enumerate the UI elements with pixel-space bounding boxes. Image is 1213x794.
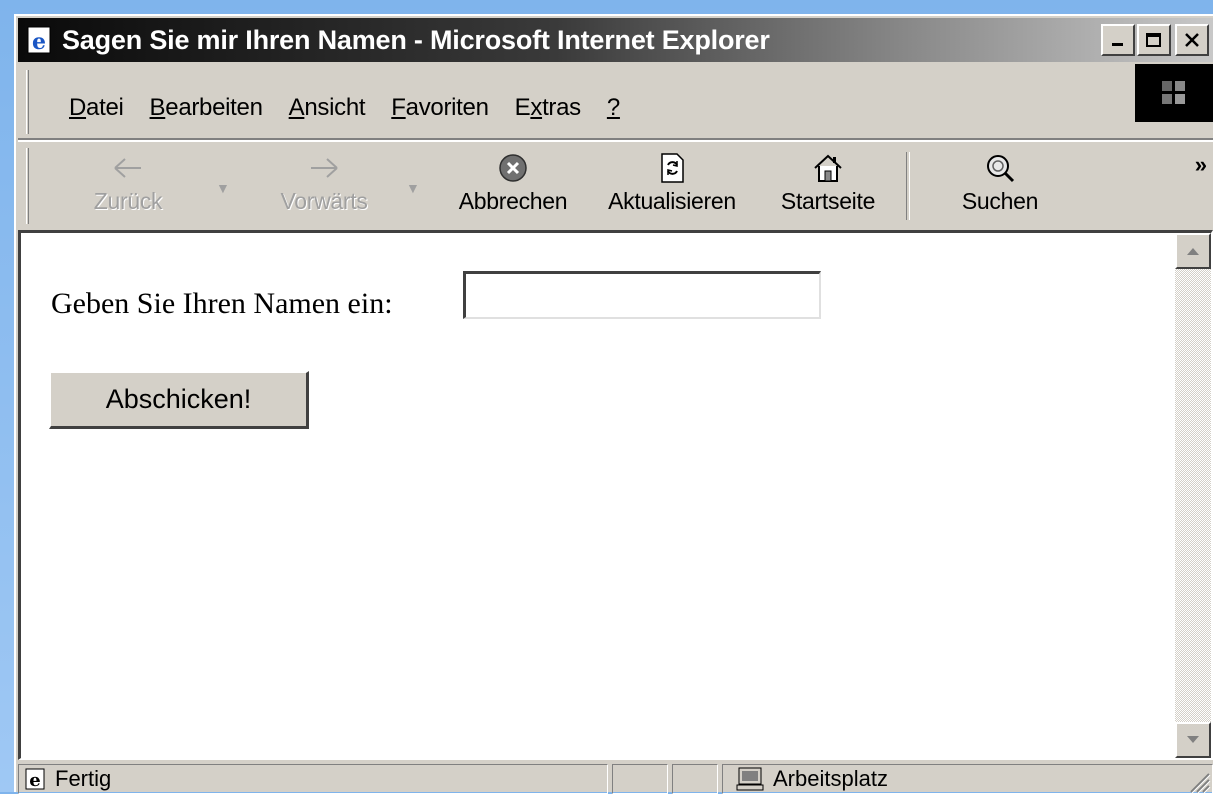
- maximize-button[interactable]: [1137, 24, 1171, 56]
- minimize-button[interactable]: [1101, 24, 1135, 56]
- forward-dropdown-arrow[interactable]: ▼: [406, 180, 420, 196]
- zone-text: Arbeitsplatz: [773, 766, 888, 791]
- stop-button[interactable]: Abbrechen: [438, 148, 588, 226]
- ie-page-icon: e: [25, 768, 45, 791]
- menu-ansicht[interactable]: Ansicht: [276, 94, 379, 122]
- windows-logo-throbber: [1135, 64, 1213, 122]
- zone-pane: Arbeitsplatz: [722, 764, 1213, 794]
- forward-button[interactable]: Vorwärts: [254, 148, 394, 226]
- menu-extras[interactable]: Extras: [502, 94, 594, 122]
- windows-flag-icon: [1162, 81, 1185, 104]
- status-text-pane: e Fertig: [18, 764, 608, 794]
- vertical-scrollbar[interactable]: [1175, 233, 1211, 758]
- submit-button[interactable]: Abschicken!: [49, 371, 309, 429]
- name-input[interactable]: [463, 271, 821, 319]
- scroll-up-button[interactable]: [1175, 233, 1211, 269]
- page-content: Geben Sie Ihren Namen ein: Abschicken!: [18, 230, 1213, 760]
- standard-toolbar: Zurück ▼ Vorwärts ▼ Abbrechen Aktualisie…: [18, 140, 1213, 234]
- close-icon: [1185, 33, 1199, 47]
- window-title: Sagen Sie mir Ihren Namen - Microsoft In…: [62, 25, 770, 55]
- status-pane-empty-2: [672, 764, 718, 794]
- my-computer-icon: [736, 767, 764, 791]
- menu-bearbeiten[interactable]: Bearbeiten: [137, 94, 276, 122]
- menu-favoriten[interactable]: Favoriten: [378, 94, 501, 122]
- search-icon: [987, 155, 1015, 183]
- toolbar-overflow-chevron[interactable]: »: [1195, 152, 1207, 178]
- ie-page-icon: e: [27, 26, 51, 55]
- refresh-icon: [661, 153, 684, 183]
- scroll-down-button[interactable]: [1175, 722, 1211, 758]
- menu-bar: Datei Bearbeiten Ansicht Favoriten Extra…: [18, 64, 1213, 140]
- menu-grip[interactable]: [26, 70, 29, 134]
- status-bar: e Fertig Arbeitsplatz: [18, 762, 1213, 794]
- scroll-down-arrow-icon: [1187, 736, 1199, 743]
- browser-window: e Sagen Sie mir Ihren Namen - Microsoft …: [14, 14, 1213, 794]
- name-prompt-label: Geben Sie Ihren Namen ein:: [51, 287, 393, 320]
- back-dropdown-arrow[interactable]: ▼: [216, 180, 230, 196]
- resize-grip-icon[interactable]: [1185, 768, 1211, 794]
- home-button[interactable]: Startseite: [764, 148, 892, 226]
- toolbar-separator: [906, 152, 910, 220]
- maximize-icon: [1146, 33, 1161, 47]
- svg-text:e: e: [32, 29, 46, 55]
- stop-icon: [499, 154, 527, 182]
- back-arrow-icon: [114, 158, 141, 178]
- status-text: Fertig: [55, 766, 112, 791]
- search-button[interactable]: Suchen: [940, 148, 1060, 226]
- status-pane-empty-1: [612, 764, 668, 794]
- toolbar-grip[interactable]: [26, 148, 29, 224]
- title-bar[interactable]: e Sagen Sie mir Ihren Namen - Microsoft …: [18, 18, 1213, 62]
- minimize-icon: [1112, 43, 1123, 46]
- refresh-button[interactable]: Aktualisieren: [588, 148, 756, 226]
- svg-text:e: e: [29, 770, 40, 791]
- forward-arrow-icon: [311, 158, 338, 178]
- close-button[interactable]: [1175, 24, 1209, 56]
- home-icon: [814, 154, 842, 182]
- back-button[interactable]: Zurück: [68, 148, 188, 226]
- scroll-up-arrow-icon: [1187, 248, 1199, 255]
- menu-help[interactable]: ?: [594, 94, 633, 122]
- menu-datei[interactable]: Datei: [56, 94, 137, 122]
